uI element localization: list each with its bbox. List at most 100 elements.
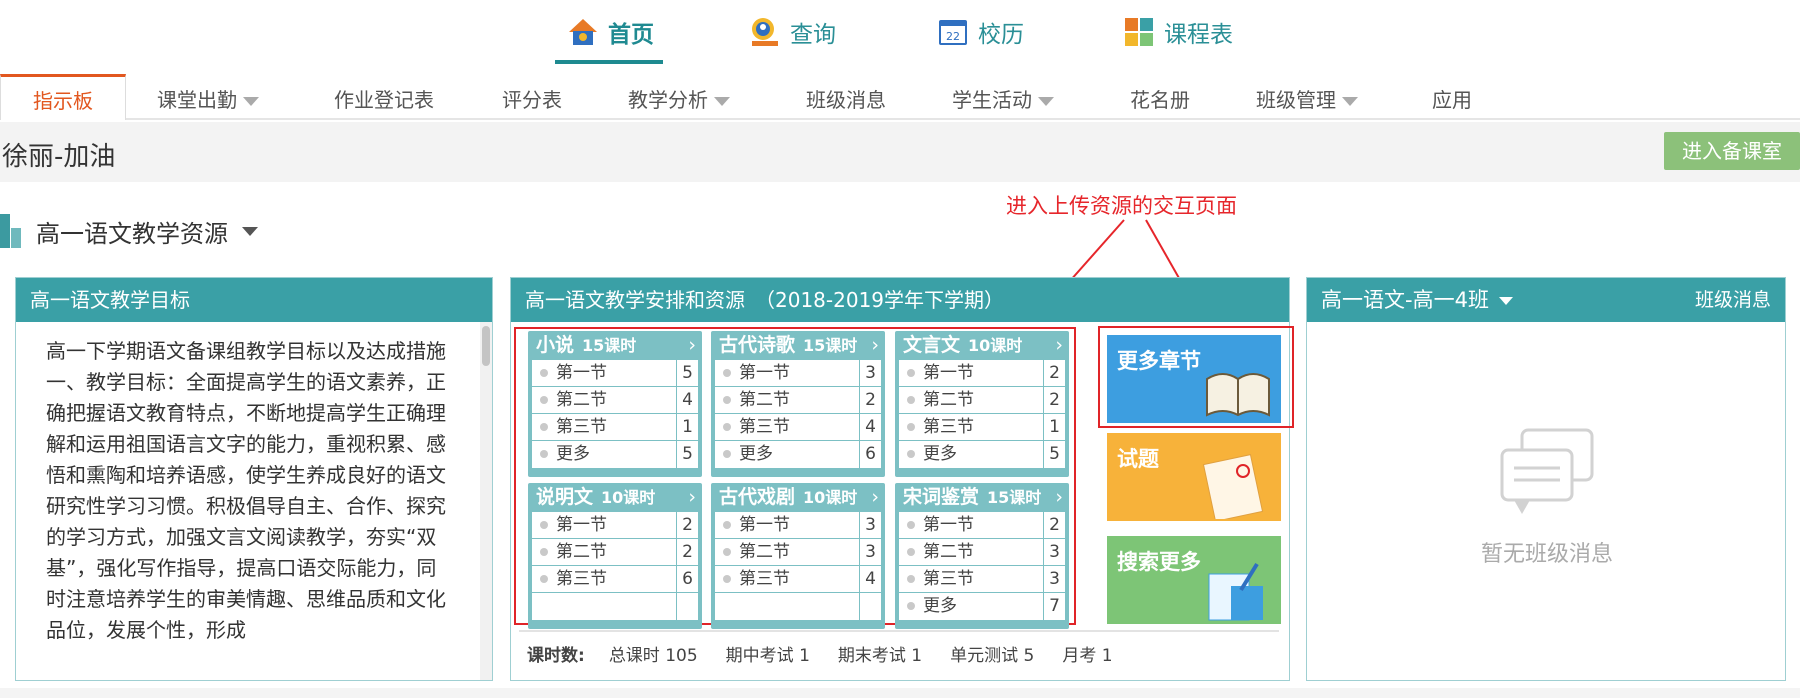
lesson-stats: 课时数: 总课时 105 期中考试 1 期末考试 1 单元测试 5 月考 1 (519, 630, 1279, 674)
scrollbar[interactable] (480, 322, 492, 680)
course-card[interactable]: 古代诗歌 15课时 › 第一节 3 第二节 2 第三节 4 更多 6 (711, 331, 885, 477)
section-count: 2 (1043, 512, 1065, 538)
stat-midterm: 期中考试 1 (725, 645, 810, 666)
course-row[interactable]: 第二节 2 (899, 387, 1065, 414)
course-row[interactable]: 第一节 2 (899, 360, 1065, 387)
course-name: 古代戏剧 (719, 486, 796, 508)
section-count: 5 (676, 360, 698, 386)
course-row[interactable]: 更多 6 (715, 441, 881, 468)
chevron-right-icon: › (1055, 334, 1063, 356)
course-row[interactable]: 更多 5 (532, 441, 698, 468)
course-header[interactable]: 古代戏剧 10课时 › (711, 483, 885, 512)
empty-state: 暂无班级消息 (1307, 428, 1787, 568)
teaching-goals-panel: 高一语文教学目标 高一下学期语文备课组教学目标以及达成措施 一、教学目标：全面提… (15, 277, 493, 681)
course-card[interactable]: 说明文 10课时 › 第一节 2 第二节 2 第三节 6 (528, 483, 702, 629)
course-name: 文言文 (903, 334, 961, 356)
course-row[interactable]: 更多 7 (899, 593, 1065, 620)
resource-selector[interactable]: 高一语文教学资源 (0, 208, 258, 254)
course-card[interactable]: 小说 15课时 › 第一节 5 第二节 4 第三节 1 更多 5 (528, 331, 702, 477)
class-messages-link[interactable]: 班级消息 (1695, 278, 1771, 322)
exam-questions-tile[interactable]: 试题 (1107, 433, 1281, 521)
tab-dashboard[interactable]: 指示板 (0, 74, 126, 120)
course-row[interactable]: 第三节 4 (715, 566, 881, 593)
section-name: 第三节 (556, 417, 607, 437)
section-name: 第一节 (556, 363, 607, 383)
tab-student-activities[interactable]: 学生活动 (952, 82, 1054, 118)
home-icon (566, 17, 600, 47)
chevron-down-icon (243, 97, 259, 106)
section-count: 4 (859, 414, 881, 440)
tab-class-messages[interactable]: 班级消息 (806, 82, 886, 118)
class-selector[interactable]: 高一语文-高一4班 班级消息 (1307, 278, 1785, 322)
course-row[interactable]: 第一节 3 (715, 512, 881, 539)
bullet-icon (907, 602, 915, 610)
nav-query[interactable]: 查询 (748, 12, 836, 52)
chevron-right-icon: › (688, 486, 696, 508)
bullet-icon (723, 450, 731, 458)
course-header[interactable]: 宋词鉴赏 15课时 › (895, 483, 1069, 512)
course-row[interactable]: 第三节 4 (715, 414, 881, 441)
section-name: 第一节 (739, 515, 790, 535)
course-header[interactable]: 文言文 10课时 › (895, 331, 1069, 360)
course-row[interactable]: 第二节 3 (715, 539, 881, 566)
course-row[interactable]: 第一节 2 (899, 512, 1065, 539)
chat-bubbles-icon (1500, 428, 1594, 514)
course-row[interactable]: 第二节 4 (532, 387, 698, 414)
chevron-right-icon: › (688, 334, 696, 356)
course-header[interactable]: 说明文 10课时 › (528, 483, 702, 512)
section-name: 第二节 (923, 390, 974, 410)
section-name: 第二节 (923, 542, 974, 562)
bullet-icon (907, 423, 915, 431)
section-name: 更多 (923, 444, 957, 464)
tab-apps[interactable]: 应用 (1432, 82, 1472, 118)
scrollbar-thumb[interactable] (482, 326, 490, 366)
course-row[interactable]: 第二节 2 (715, 387, 881, 414)
tab-grades[interactable]: 评分表 (502, 82, 562, 118)
course-row[interactable]: 第一节 5 (532, 360, 698, 387)
bullet-icon (907, 548, 915, 556)
more-chapters-tile[interactable]: 更多章节 (1107, 335, 1281, 423)
bullet-icon (540, 450, 548, 458)
course-header[interactable]: 古代诗歌 15课时 › (711, 331, 885, 360)
nav-calendar-label: 校历 (978, 22, 1024, 48)
course-row[interactable]: 第三节 6 (532, 566, 698, 593)
nav-schedule-label: 课程表 (1164, 22, 1233, 48)
stat-total: 总课时 105 (608, 645, 698, 666)
section-name: 更多 (739, 444, 773, 464)
course-row[interactable]: 更多 5 (899, 441, 1065, 468)
course-hours: 10课时 (601, 488, 656, 507)
section-count: 4 (676, 387, 698, 413)
course-row[interactable]: 第二节 2 (532, 539, 698, 566)
course-rows: 第一节 5 第二节 4 第三节 1 更多 5 (532, 360, 698, 468)
section-name: 第三节 (923, 569, 974, 589)
class-title: 高一语文-高一4班 (1321, 288, 1489, 312)
bullet-icon (540, 521, 548, 529)
tab-homework[interactable]: 作业登记表 (334, 82, 434, 118)
course-rows: 第一节 3 第二节 2 第三节 4 更多 6 (715, 360, 881, 468)
tab-class-management[interactable]: 班级管理 (1256, 82, 1358, 118)
course-card[interactable]: 文言文 10课时 › 第一节 2 第二节 2 第三节 1 更多 5 (895, 331, 1069, 477)
course-row[interactable]: 第三节 1 (532, 414, 698, 441)
svg-text:22: 22 (946, 30, 960, 43)
course-row[interactable]: 第二节 3 (899, 539, 1065, 566)
search-more-tile[interactable]: 搜索更多 (1107, 536, 1281, 624)
goals-body: 高一下学期语文备课组教学目标以及达成措施 一、教学目标：全面提高学生的语文素养，… (46, 339, 446, 642)
section-count: 2 (859, 387, 881, 413)
course-header[interactable]: 小说 15课时 › (528, 331, 702, 360)
nav-calendar[interactable]: 22 校历 (936, 12, 1024, 52)
bullet-icon (907, 450, 915, 458)
nav-home[interactable]: 首页 (566, 12, 654, 52)
course-card[interactable]: 古代戏剧 10课时 › 第一节 3 第二节 3 第三节 4 (711, 483, 885, 629)
enter-prep-room-button[interactable]: 进入备课室 (1664, 132, 1800, 170)
tab-analysis[interactable]: 教学分析 (628, 82, 730, 118)
tab-roster[interactable]: 花名册 (1130, 82, 1190, 118)
course-row[interactable]: 第一节 3 (715, 360, 881, 387)
course-card[interactable]: 宋词鉴赏 15课时 › 第一节 2 第二节 3 第三节 3 更多 7 (895, 483, 1069, 629)
course-row[interactable]: 第一节 2 (532, 512, 698, 539)
nav-schedule[interactable]: 课程表 (1122, 12, 1233, 52)
course-rows: 第一节 2 第二节 2 第三节 1 更多 5 (899, 360, 1065, 468)
course-row[interactable]: 第三节 1 (899, 414, 1065, 441)
tab-attendance[interactable]: 课堂出勤 (157, 82, 259, 118)
course-row[interactable]: 第三节 3 (899, 566, 1065, 593)
bullet-icon (540, 575, 548, 583)
